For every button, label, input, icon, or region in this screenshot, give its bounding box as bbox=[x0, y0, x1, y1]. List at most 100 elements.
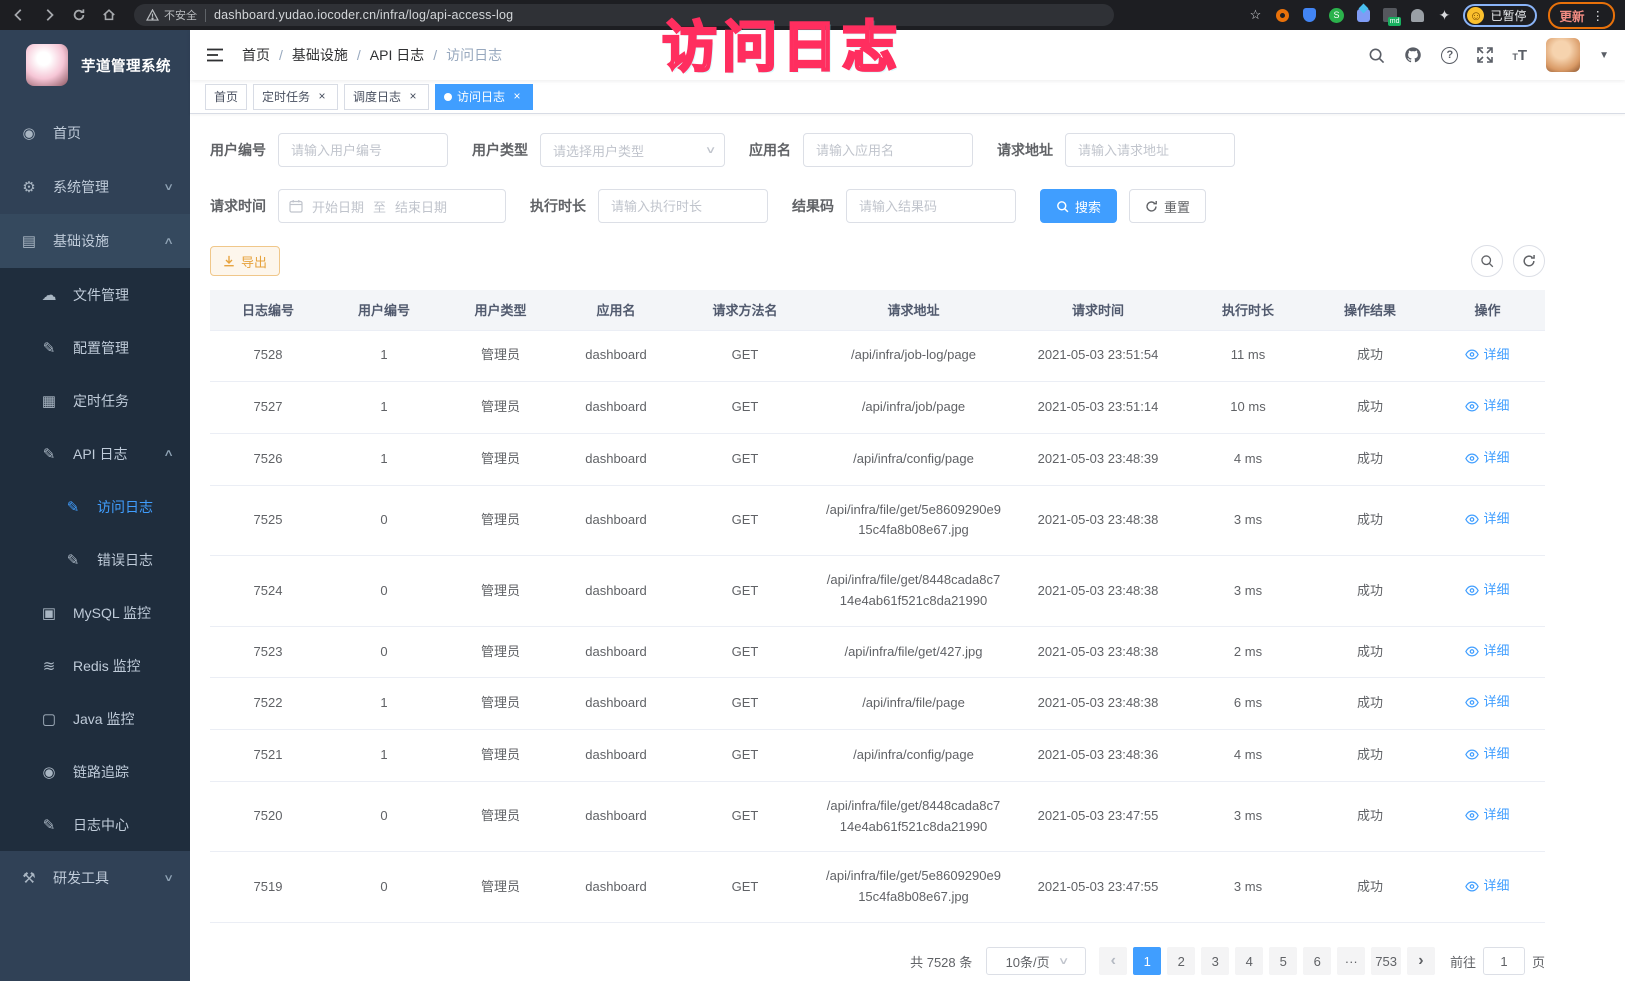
page-button-5[interactable]: 5 bbox=[1269, 947, 1297, 975]
cell-user_id: 0 bbox=[326, 781, 442, 852]
trace-icon: ◉ bbox=[38, 763, 60, 781]
header-search-icon[interactable] bbox=[1368, 47, 1385, 64]
ext-green-circle-icon[interactable]: S bbox=[1328, 7, 1344, 23]
sidebar-menu: ◉首页⚙系统管理∨▤基础设施∧☁文件管理✎配置管理▦定时任务✎API 日志∧✎访… bbox=[0, 100, 190, 905]
sidebar-item-链路追踪[interactable]: ◉链路追踪 bbox=[0, 745, 190, 798]
page-button-753[interactable]: 753 bbox=[1371, 947, 1401, 975]
page-button-6[interactable]: 6 bbox=[1303, 947, 1331, 975]
close-icon[interactable]: × bbox=[315, 90, 329, 104]
browser-profile-chip[interactable]: ☺ 已暂停 bbox=[1463, 4, 1537, 27]
sidebar-item-文件管理[interactable]: ☁文件管理 bbox=[0, 268, 190, 321]
user-type-select[interactable]: 请选择用户类型∨ bbox=[540, 133, 725, 167]
help-icon[interactable]: ? bbox=[1441, 47, 1458, 64]
page-button-2[interactable]: 2 bbox=[1167, 947, 1195, 975]
browser-menu-icon[interactable]: ⋮ bbox=[1592, 8, 1605, 23]
sidebar-logo-row[interactable]: 芋道管理系统 bbox=[0, 30, 190, 100]
detail-link[interactable]: 详细 bbox=[1465, 692, 1509, 713]
detail-link[interactable]: 详细 bbox=[1465, 580, 1509, 601]
browser-home-icon[interactable] bbox=[100, 6, 118, 24]
reset-button[interactable]: 重置 bbox=[1129, 189, 1206, 223]
page-button-3[interactable]: 3 bbox=[1201, 947, 1229, 975]
bookmark-star-icon[interactable]: ☆ bbox=[1247, 7, 1263, 23]
sidebar-item-api-日志[interactable]: ✎API 日志∧ bbox=[0, 427, 190, 480]
browser-update-button[interactable]: 更新 ⋮ bbox=[1548, 2, 1615, 29]
page-size-select[interactable]: 10条/页 ∨ bbox=[986, 947, 1086, 975]
cell-time: 2021-05-03 23:51:54 bbox=[1010, 330, 1186, 382]
cell-actions: 详细 bbox=[1430, 626, 1545, 678]
fullscreen-icon[interactable] bbox=[1477, 47, 1493, 63]
breadcrumb-item[interactable]: 基础设施 bbox=[292, 45, 348, 65]
sidebar-item-研发工具[interactable]: ⚒研发工具∨ bbox=[0, 851, 190, 905]
detail-link[interactable]: 详细 bbox=[1465, 805, 1509, 826]
tab-首页[interactable]: 首页 bbox=[205, 84, 247, 110]
duration-input[interactable] bbox=[598, 189, 768, 223]
ext-orange-ring-icon[interactable] bbox=[1274, 7, 1290, 23]
sidebar-item-redis-监控[interactable]: ≋Redis 监控 bbox=[0, 639, 190, 692]
chevron-up-icon: ∧ bbox=[163, 448, 174, 459]
sidebar-item-系统管理[interactable]: ⚙系统管理∨ bbox=[0, 160, 190, 214]
refresh-table-button[interactable] bbox=[1513, 245, 1545, 277]
next-page-button[interactable]: › bbox=[1407, 947, 1435, 975]
sidebar-item-label: 配置管理 bbox=[73, 338, 129, 358]
log-center-icon: ✎ bbox=[38, 816, 60, 834]
user-avatar[interactable] bbox=[1546, 38, 1580, 72]
tab-访问日志[interactable]: 访问日志× bbox=[435, 84, 533, 110]
ext-blue-shield-icon[interactable] bbox=[1301, 7, 1317, 23]
close-icon[interactable]: × bbox=[406, 90, 420, 104]
breadcrumb-item[interactable]: API 日志 bbox=[370, 45, 424, 65]
file-manage-icon: ☁ bbox=[38, 286, 60, 304]
app-name-input[interactable] bbox=[803, 133, 973, 167]
search-button[interactable]: 搜索 bbox=[1040, 189, 1117, 223]
detail-link[interactable]: 详细 bbox=[1465, 876, 1509, 897]
pager-ellipsis: ··· bbox=[1337, 947, 1365, 975]
sidebar-item-错误日志[interactable]: ✎错误日志 bbox=[0, 533, 190, 586]
prev-page-button[interactable]: ‹ bbox=[1099, 947, 1127, 975]
detail-link[interactable]: 详细 bbox=[1465, 641, 1509, 662]
request-url-input[interactable] bbox=[1065, 133, 1235, 167]
close-icon[interactable]: × bbox=[510, 90, 524, 104]
detail-link[interactable]: 详细 bbox=[1465, 448, 1509, 469]
detail-link[interactable]: 详细 bbox=[1465, 396, 1509, 417]
detail-link[interactable]: 详细 bbox=[1465, 509, 1509, 530]
breadcrumb-item[interactable]: 首页 bbox=[242, 45, 270, 65]
browser-back-icon[interactable] bbox=[10, 6, 28, 24]
goto-page-input[interactable] bbox=[1483, 947, 1525, 975]
ext-pinwheel-icon[interactable]: ✦ bbox=[1436, 7, 1452, 23]
sidebar-item-java-监控[interactable]: ▢Java 监控 bbox=[0, 692, 190, 745]
download-icon bbox=[223, 255, 235, 267]
browser-reload-icon[interactable] bbox=[70, 6, 88, 24]
total-count-label: 共 7528 条 bbox=[910, 952, 972, 971]
address-bar[interactable]: 不安全 dashboard.yudao.iocoder.cn/infra/log… bbox=[134, 4, 1114, 26]
font-size-icon[interactable]: TT bbox=[1512, 47, 1527, 64]
ext-person-icon[interactable] bbox=[1409, 7, 1425, 23]
sidebar-item-首页[interactable]: ◉首页 bbox=[0, 106, 190, 160]
user-id-input[interactable] bbox=[278, 133, 448, 167]
sidebar-item-配置管理[interactable]: ✎配置管理 bbox=[0, 321, 190, 374]
browser-forward-icon[interactable] bbox=[40, 6, 58, 24]
github-icon[interactable] bbox=[1404, 46, 1422, 64]
sidebar-item-基础设施[interactable]: ▤基础设施∧ bbox=[0, 214, 190, 268]
toggle-search-button[interactable] bbox=[1471, 245, 1503, 277]
tab-调度日志[interactable]: 调度日志× bbox=[344, 84, 429, 110]
cell-method: GET bbox=[673, 433, 817, 485]
user-menu-caret-icon[interactable]: ▼ bbox=[1599, 50, 1609, 61]
cell-user_type: 管理员 bbox=[442, 330, 559, 382]
cell-result: 成功 bbox=[1310, 626, 1430, 678]
detail-link[interactable]: 详细 bbox=[1465, 744, 1509, 765]
sidebar-item-定时任务[interactable]: ▦定时任务 bbox=[0, 374, 190, 427]
result-code-input[interactable] bbox=[846, 189, 1016, 223]
tab-定时任务[interactable]: 定时任务× bbox=[253, 84, 338, 110]
page-button-4[interactable]: 4 bbox=[1235, 947, 1263, 975]
table-row: 75221管理员dashboardGET/api/infra/file/page… bbox=[210, 678, 1545, 730]
sidebar-item-mysql-监控[interactable]: ▣MySQL 监控 bbox=[0, 586, 190, 639]
page-button-1[interactable]: 1 bbox=[1133, 947, 1161, 975]
ext-grid-icon[interactable]: md bbox=[1382, 7, 1398, 23]
export-button[interactable]: 导出 bbox=[210, 246, 280, 276]
ext-puzzle-icon[interactable] bbox=[1355, 7, 1371, 23]
request-time-range-picker[interactable]: 开始日期 至 结束日期 bbox=[278, 189, 506, 223]
hamburger-icon[interactable] bbox=[190, 47, 240, 63]
detail-link[interactable]: 详细 bbox=[1465, 345, 1509, 366]
cell-method: GET bbox=[673, 730, 817, 782]
sidebar-item-日志中心[interactable]: ✎日志中心 bbox=[0, 798, 190, 851]
sidebar-item-访问日志[interactable]: ✎访问日志 bbox=[0, 480, 190, 533]
